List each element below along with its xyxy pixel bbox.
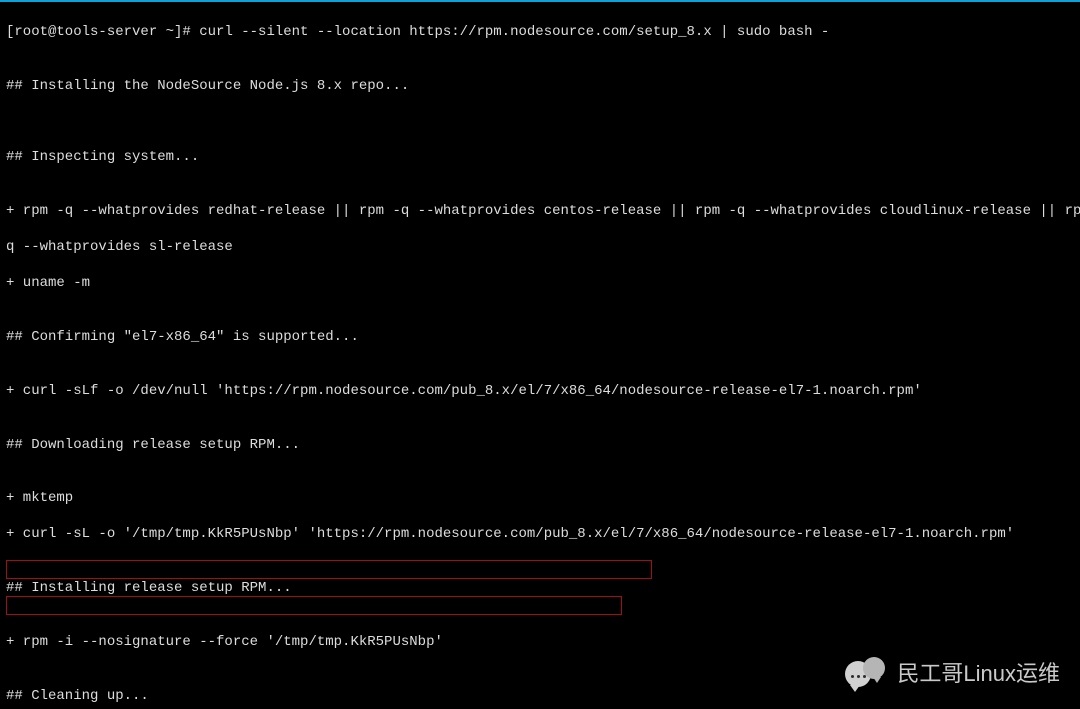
terminal-line: ## Installing release setup RPM... xyxy=(6,580,1074,598)
terminal-line: + rpm -q --whatprovides redhat-release |… xyxy=(6,203,1074,221)
terminal-line: + uname -m xyxy=(6,275,1074,293)
terminal-line: + rpm -i --nosignature --force '/tmp/tmp… xyxy=(6,634,1074,652)
shell-prompt: [root@tools-server ~]# xyxy=(6,24,199,40)
terminal-line: ## Confirming "el7-x86_64" is supported.… xyxy=(6,329,1074,347)
terminal-line: ## Inspecting system... xyxy=(6,149,1074,167)
terminal-line: ## Downloading release setup RPM... xyxy=(6,437,1074,455)
watermark: 民工哥Linux运维 xyxy=(845,657,1060,691)
watermark-text: 民工哥Linux运维 xyxy=(897,660,1060,688)
shell-command: curl --silent --location https://rpm.nod… xyxy=(199,24,829,40)
wechat-icon xyxy=(845,657,887,691)
terminal-output[interactable]: [root@tools-server ~]# curl --silent --l… xyxy=(6,6,1074,709)
terminal-line: ## Installing the NodeSource Node.js 8.x… xyxy=(6,78,1074,96)
terminal-line: + curl -sL -o '/tmp/tmp.KkR5PUsNbp' 'htt… xyxy=(6,526,1074,544)
terminal-line: q --whatprovides sl-release xyxy=(6,239,1074,257)
terminal-line: + curl -sLf -o /dev/null 'https://rpm.no… xyxy=(6,383,1074,401)
window-titlebar-strip xyxy=(0,0,1080,2)
terminal-line: + mktemp xyxy=(6,490,1074,508)
terminal-line: [root@tools-server ~]# curl --silent --l… xyxy=(6,24,1074,42)
